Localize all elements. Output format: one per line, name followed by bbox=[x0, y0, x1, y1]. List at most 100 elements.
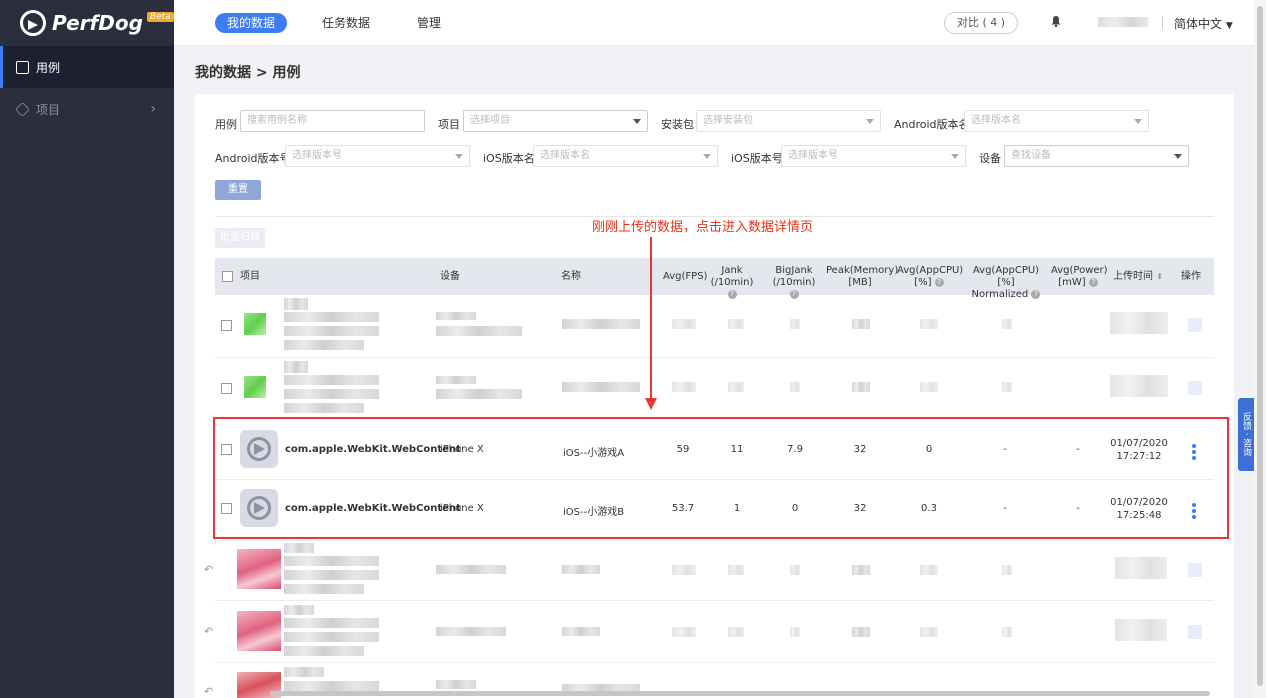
help-icon: ? bbox=[934, 277, 944, 287]
list-item bbox=[436, 376, 476, 384]
list-item bbox=[1002, 382, 1012, 392]
perfdog-logo-icon bbox=[20, 10, 46, 36]
case-filter-label: 用例 bbox=[215, 118, 237, 131]
undo-icon[interactable]: ↶ bbox=[204, 563, 213, 576]
list-item bbox=[284, 646, 364, 656]
language-select[interactable]: 简体中文 ▼ bbox=[1174, 15, 1233, 32]
list-item bbox=[1002, 627, 1012, 637]
app-icon bbox=[244, 376, 266, 398]
list-item bbox=[728, 382, 744, 392]
package-filter-label: 安装包 bbox=[661, 118, 694, 131]
chevron-right-icon: › bbox=[150, 101, 156, 117]
list-item bbox=[920, 565, 938, 575]
scrollbar-thumb[interactable] bbox=[1257, 6, 1263, 686]
sidebar-item-cases[interactable]: 用例 bbox=[0, 46, 174, 88]
caret-down-icon bbox=[866, 119, 874, 124]
caret-down-icon bbox=[455, 154, 463, 159]
cube-icon bbox=[15, 101, 30, 117]
project-select[interactable]: 选择项目 bbox=[463, 110, 648, 132]
annotation-text: 刚刚上传的数据，点击进入数据详情页 bbox=[592, 220, 814, 235]
header-name: 名称 bbox=[561, 271, 581, 282]
android-version-name-select[interactable]: 选择版本名 bbox=[964, 110, 1149, 132]
table-header: 项目 设备 名称 Avg(FPS) Jank (/10min) ? BigJank… bbox=[215, 258, 1214, 300]
user-name[interactable] bbox=[1098, 17, 1148, 27]
row-menu-button[interactable] bbox=[1188, 381, 1202, 395]
ios-version-code-label: iOS版本号 bbox=[731, 152, 783, 165]
sidebar-item-projects[interactable]: 项目 › bbox=[0, 88, 174, 130]
list-item bbox=[284, 326, 379, 336]
caret-down-icon bbox=[951, 154, 959, 159]
divider bbox=[1162, 16, 1163, 29]
android-version-code-select[interactable]: 选择版本号 bbox=[285, 145, 470, 167]
header-upload-time[interactable]: 上传时间 ⬍ bbox=[1113, 271, 1163, 283]
bulk-archive-button[interactable]: 批量归档 bbox=[215, 228, 265, 248]
list-item bbox=[852, 382, 870, 392]
table-horizontal-scrollbar[interactable] bbox=[270, 691, 1210, 696]
header-memory: Peak(Memory) [MB] bbox=[826, 265, 899, 288]
list-item bbox=[920, 382, 938, 392]
list-item bbox=[790, 319, 800, 329]
list-item bbox=[284, 361, 308, 373]
header-operation: 操作 bbox=[1181, 271, 1201, 282]
compare-button[interactable]: 对比 ( 4 ) bbox=[944, 12, 1018, 34]
feedback-button[interactable]: 反馈 · 咨询 bbox=[1238, 398, 1254, 471]
header-bigjank: BigJank (/10min) ? bbox=[772, 265, 816, 299]
list-item bbox=[284, 681, 379, 691]
list-item bbox=[920, 627, 938, 637]
list-item bbox=[284, 556, 379, 566]
row-menu-button[interactable] bbox=[1188, 563, 1202, 577]
header-jank: Jank (/10min) ? bbox=[710, 265, 754, 299]
row-menu-button[interactable] bbox=[1188, 625, 1202, 639]
undo-icon[interactable]: ↶ bbox=[204, 685, 213, 698]
list-item bbox=[920, 319, 938, 329]
divider bbox=[215, 540, 1214, 541]
list-icon bbox=[16, 60, 29, 74]
list-item bbox=[1115, 557, 1167, 579]
ios-version-name-label: iOS版本名 bbox=[483, 152, 535, 165]
tab-my-data[interactable]: 我的数据 bbox=[215, 13, 288, 33]
list-item bbox=[672, 319, 696, 329]
divider bbox=[215, 662, 1214, 663]
list-item bbox=[284, 584, 364, 594]
divider bbox=[215, 357, 1214, 358]
row-checkbox[interactable] bbox=[221, 383, 232, 394]
caret-down-icon bbox=[1134, 119, 1142, 124]
undo-icon[interactable]: ↶ bbox=[204, 625, 213, 638]
list-item bbox=[728, 627, 744, 637]
sort-icon: ⬍ bbox=[1156, 272, 1163, 281]
list-item bbox=[436, 326, 522, 336]
list-item bbox=[562, 382, 640, 392]
list-item bbox=[728, 565, 744, 575]
select-all-checkbox[interactable] bbox=[222, 271, 233, 282]
list-item bbox=[672, 382, 696, 392]
list-item bbox=[790, 565, 800, 575]
ios-version-name-select[interactable]: 选择版本名 bbox=[533, 145, 718, 167]
tab-manage[interactable]: 管理 bbox=[417, 13, 441, 33]
header-device: 设备 bbox=[440, 271, 460, 282]
device-search-select[interactable]: 查找设备 bbox=[1004, 145, 1189, 167]
beta-badge: Beta bbox=[146, 12, 174, 22]
sidebar: PerfDog Beta 用例 项目 › bbox=[0, 0, 174, 698]
list-item bbox=[728, 319, 744, 329]
arrow-down-icon bbox=[645, 398, 657, 410]
case-search-input[interactable]: 搜索用例名称 bbox=[240, 110, 425, 132]
ios-version-code-select[interactable]: 选择版本号 bbox=[781, 145, 966, 167]
package-select[interactable]: 选择安装包 bbox=[696, 110, 881, 132]
header-cpu: Avg(AppCPU) [%] ? bbox=[897, 265, 964, 288]
tab-task-data[interactable]: 任务数据 bbox=[322, 13, 370, 33]
list-item bbox=[1110, 312, 1168, 334]
breadcrumb: 我的数据 > 用例 bbox=[195, 65, 301, 81]
logo[interactable]: PerfDog Beta bbox=[0, 0, 174, 46]
list-item bbox=[852, 319, 870, 329]
row-menu-button[interactable] bbox=[1188, 318, 1202, 332]
list-item bbox=[436, 565, 506, 574]
list-item bbox=[284, 667, 324, 677]
list-item bbox=[1110, 375, 1168, 397]
reset-button[interactable]: 重置 bbox=[215, 180, 261, 200]
divider bbox=[215, 600, 1214, 601]
list-item bbox=[284, 340, 364, 350]
list-item bbox=[790, 627, 800, 637]
bell-icon[interactable] bbox=[1050, 15, 1062, 27]
row-checkbox[interactable] bbox=[221, 320, 232, 331]
annotation-arrow bbox=[650, 237, 652, 401]
